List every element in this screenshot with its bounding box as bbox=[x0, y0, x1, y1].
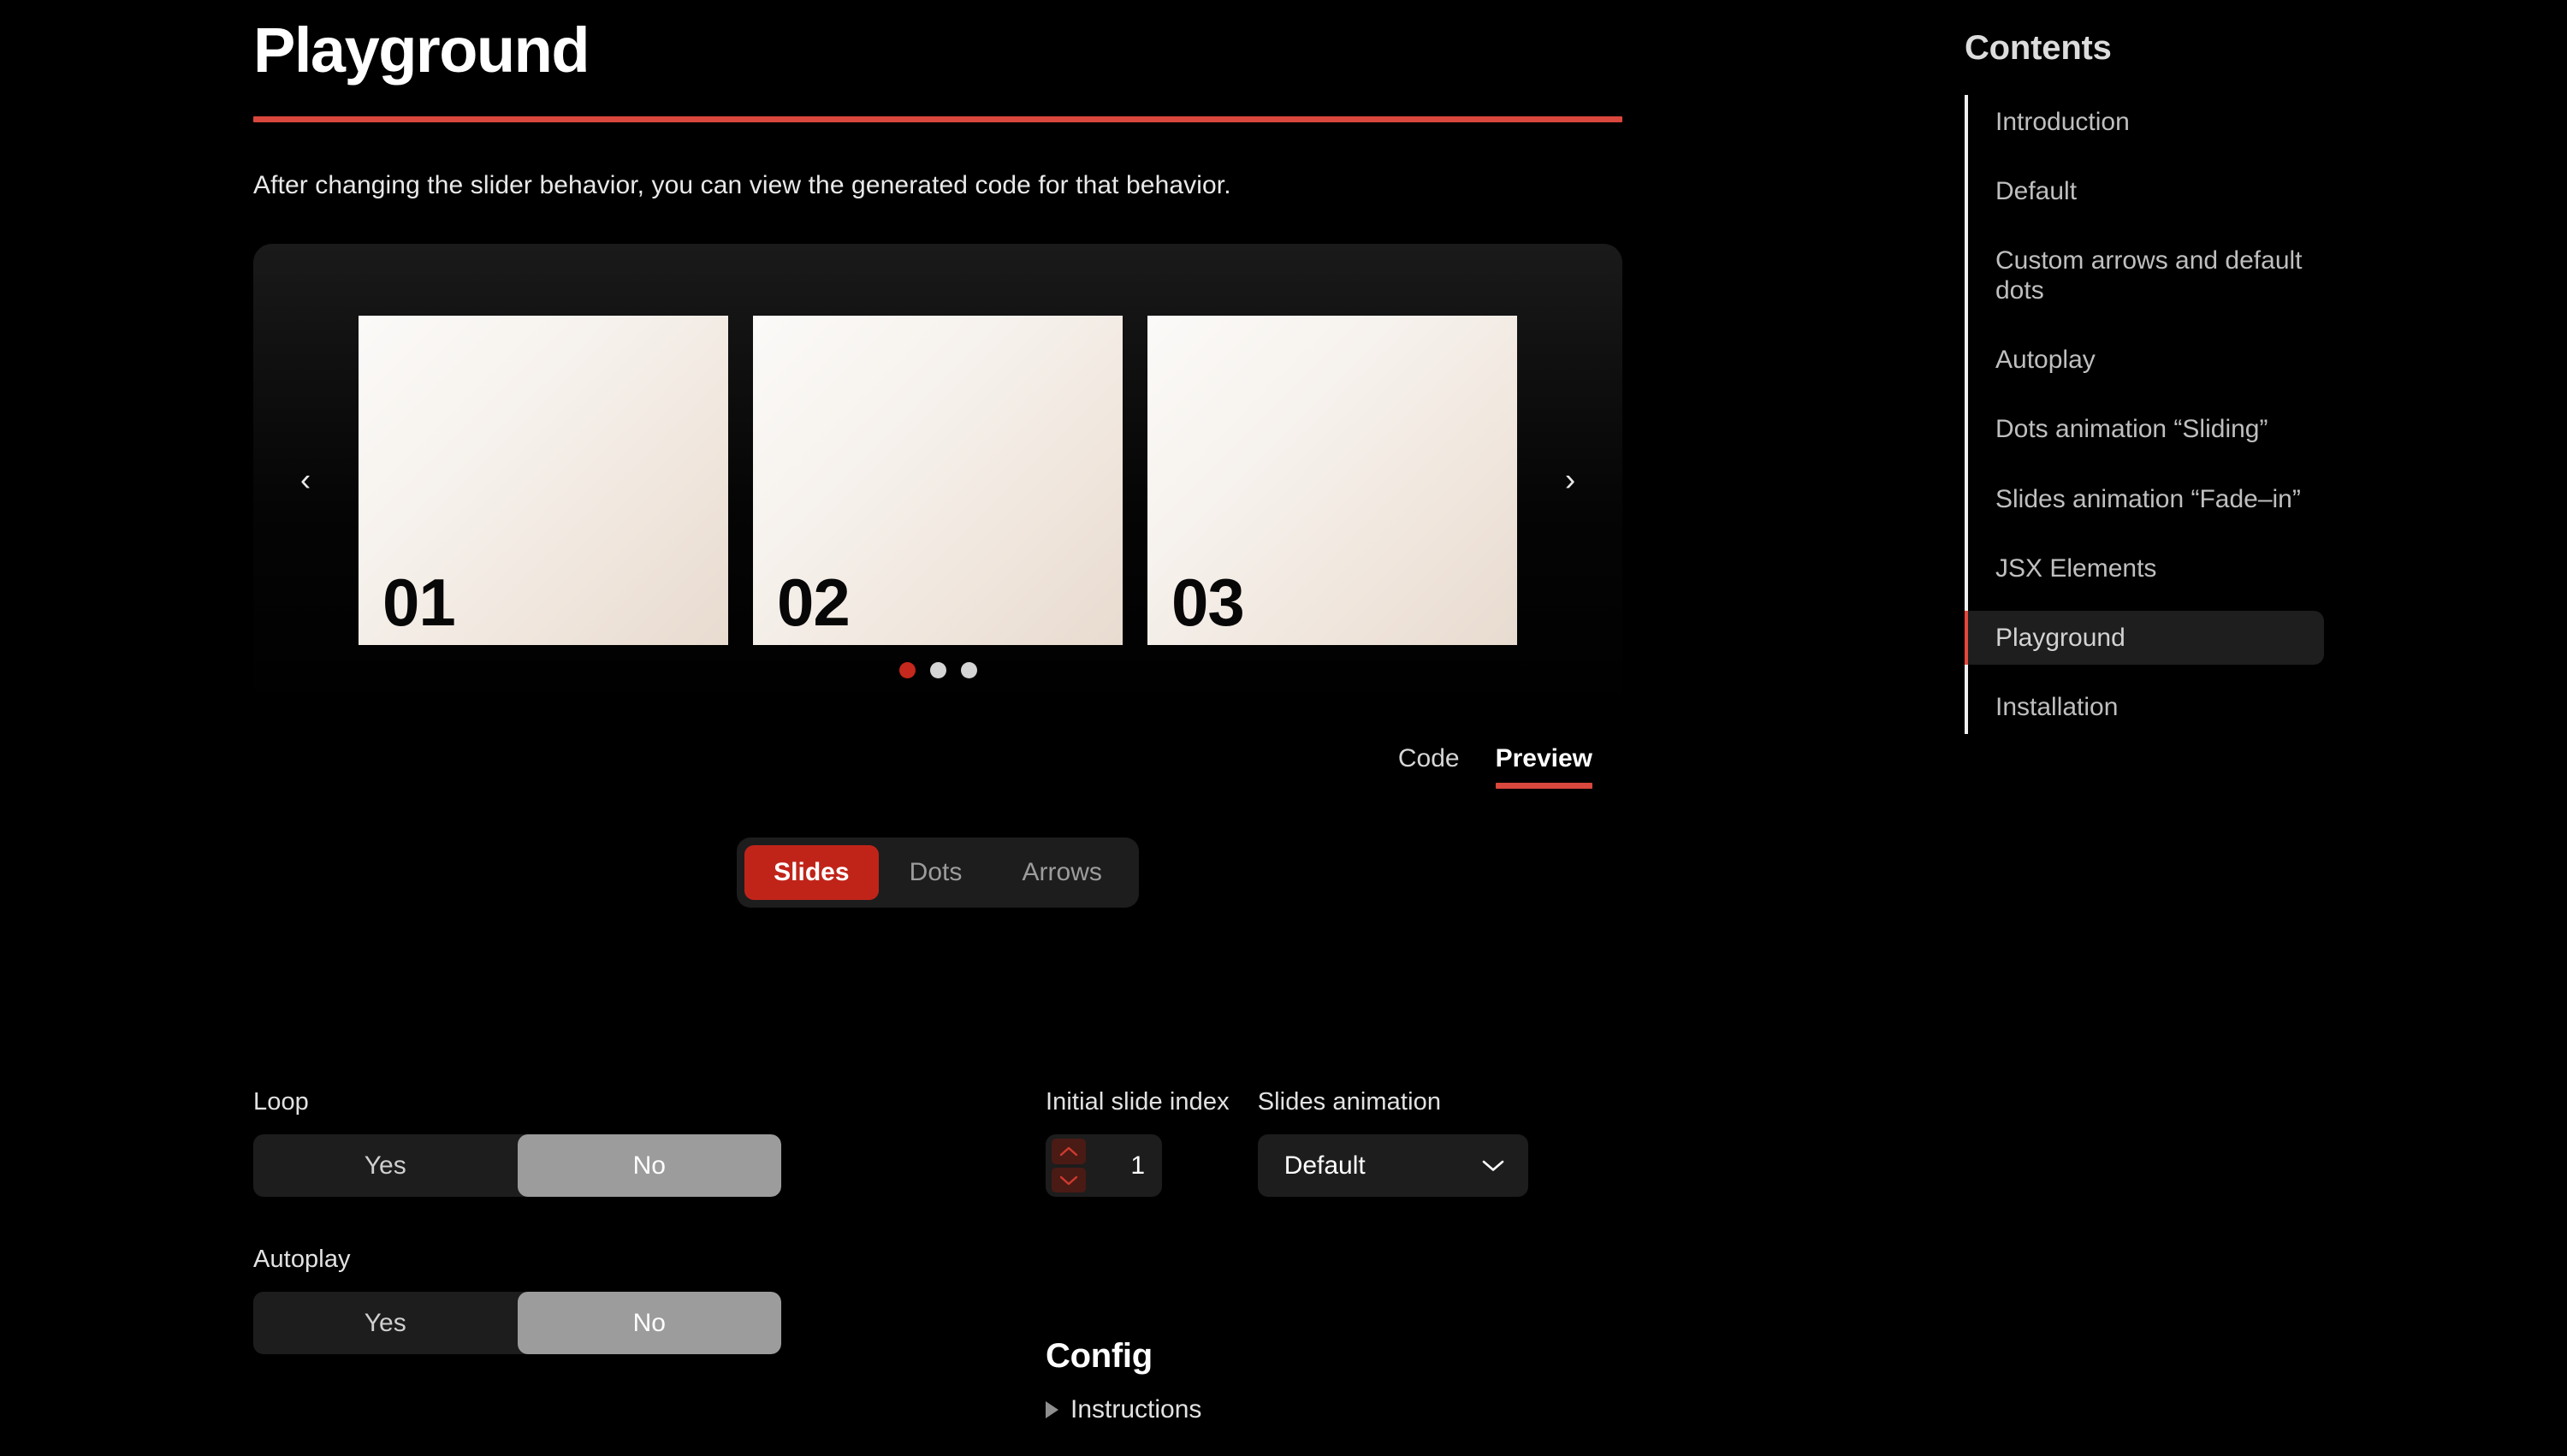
title-divider bbox=[253, 116, 1622, 122]
loop-toggle: Yes No bbox=[253, 1134, 781, 1197]
slide-number-label: 03 bbox=[1171, 565, 1245, 641]
table-of-contents: Contents Introduction Default Custom arr… bbox=[1965, 0, 2444, 749]
carousel-dot[interactable] bbox=[929, 662, 946, 678]
segment-dots[interactable]: Dots bbox=[879, 845, 993, 900]
autoplay-option-yes[interactable]: Yes bbox=[253, 1292, 518, 1354]
autoplay-label: Autoplay bbox=[253, 1246, 351, 1273]
autoplay-control-group: Autoplay Yes No bbox=[253, 1246, 801, 1354]
initial-slide-index-group: Initial slide index 1 bbox=[1046, 1088, 1230, 1197]
toc-item-slides-animation-fade-in[interactable]: Slides animation “Fade–in” bbox=[1965, 472, 2324, 526]
segment-slides[interactable]: Slides bbox=[744, 845, 879, 900]
controls-left-column: Loop Yes No Autoplay Yes No bbox=[253, 1088, 801, 1354]
config-heading: Config bbox=[1046, 1337, 1153, 1375]
intro-paragraph: After changing the slider behavior, you … bbox=[253, 171, 1231, 199]
loop-option-no[interactable]: No bbox=[517, 1134, 781, 1197]
initial-slide-index-label: Initial slide index bbox=[1046, 1088, 1230, 1116]
chevron-down-icon bbox=[1481, 1158, 1505, 1173]
behavior-segment-wrapper: Slides Dots Arrows bbox=[253, 837, 1622, 908]
slide-number-label: 01 bbox=[382, 565, 456, 641]
instructions-label: Instructions bbox=[1070, 1395, 1202, 1423]
main-content-column: Playground After changing the slider beh… bbox=[253, 0, 1624, 908]
carousel-preview-panel: ‹ 01 02 03 › bbox=[253, 244, 1622, 720]
carousel-slide[interactable]: 02 bbox=[753, 316, 1123, 645]
chevron-up-icon[interactable] bbox=[1052, 1139, 1086, 1164]
carousel-dot[interactable] bbox=[960, 662, 977, 678]
chevron-right-icon: › bbox=[1564, 462, 1576, 497]
carousel-next-arrow-button[interactable]: › bbox=[1550, 460, 1590, 500]
controls-right-column: Initial slide index 1 Slides animation D… bbox=[1046, 1088, 1627, 1197]
tab-code[interactable]: Code bbox=[1398, 744, 1460, 789]
toc-item-dots-animation-sliding[interactable]: Dots animation “Sliding” bbox=[1965, 402, 2324, 456]
toc-item-autoplay[interactable]: Autoplay bbox=[1965, 333, 2324, 387]
toc-item-introduction[interactable]: Introduction bbox=[1965, 95, 2324, 149]
autoplay-option-no[interactable]: No bbox=[517, 1292, 781, 1354]
toc-item-installation[interactable]: Installation bbox=[1965, 680, 2324, 734]
stepper-buttons bbox=[1052, 1139, 1086, 1193]
carousel-slide[interactable]: 01 bbox=[359, 316, 728, 645]
segment-arrows[interactable]: Arrows bbox=[993, 845, 1131, 900]
view-mode-tabs: Code Preview bbox=[253, 744, 1622, 789]
loop-control-group: Loop Yes No bbox=[253, 1088, 801, 1197]
toc-item-jsx-elements[interactable]: JSX Elements bbox=[1965, 542, 2324, 595]
carousel-dots bbox=[253, 662, 1622, 678]
autoplay-toggle: Yes No bbox=[253, 1292, 781, 1354]
slides-animation-group: Slides animation Default bbox=[1257, 1088, 1528, 1197]
toc-item-custom-arrows-and-default-dots[interactable]: Custom arrows and default dots bbox=[1965, 234, 2324, 317]
toc-item-default[interactable]: Default bbox=[1965, 164, 2324, 218]
initial-slide-index-value[interactable]: 1 bbox=[1130, 1151, 1145, 1181]
controls-right-row: Initial slide index 1 Slides animation D… bbox=[1046, 1088, 1627, 1197]
page-title: Playground bbox=[253, 15, 590, 86]
triangle-right-icon bbox=[1046, 1401, 1058, 1418]
toc-item-playground[interactable]: Playground bbox=[1965, 610, 2324, 665]
slide-number-label: 02 bbox=[777, 565, 851, 641]
carousel-dot[interactable] bbox=[898, 662, 916, 678]
tab-preview[interactable]: Preview bbox=[1495, 744, 1593, 789]
initial-slide-index-stepper: 1 bbox=[1046, 1134, 1162, 1197]
chevron-down-icon[interactable] bbox=[1052, 1167, 1086, 1193]
config-section: Config Instructions bbox=[1046, 1337, 1201, 1424]
carousel-track: 01 02 03 bbox=[253, 316, 1622, 645]
slides-animation-value: Default bbox=[1284, 1151, 1366, 1180]
toc-heading: Contents bbox=[1965, 29, 2112, 67]
slides-animation-select[interactable]: Default bbox=[1257, 1134, 1528, 1197]
behavior-segmented-control: Slides Dots Arrows bbox=[737, 837, 1139, 908]
loop-label: Loop bbox=[253, 1088, 309, 1116]
playground-page: Playground After changing the slider beh… bbox=[0, 0, 2567, 1456]
toc-list: Introduction Default Custom arrows and d… bbox=[1965, 95, 2444, 734]
loop-option-yes[interactable]: Yes bbox=[253, 1134, 518, 1197]
slides-animation-label: Slides animation bbox=[1257, 1088, 1442, 1116]
instructions-disclosure[interactable]: Instructions bbox=[1046, 1395, 1201, 1424]
carousel-slide[interactable]: 03 bbox=[1147, 316, 1517, 645]
